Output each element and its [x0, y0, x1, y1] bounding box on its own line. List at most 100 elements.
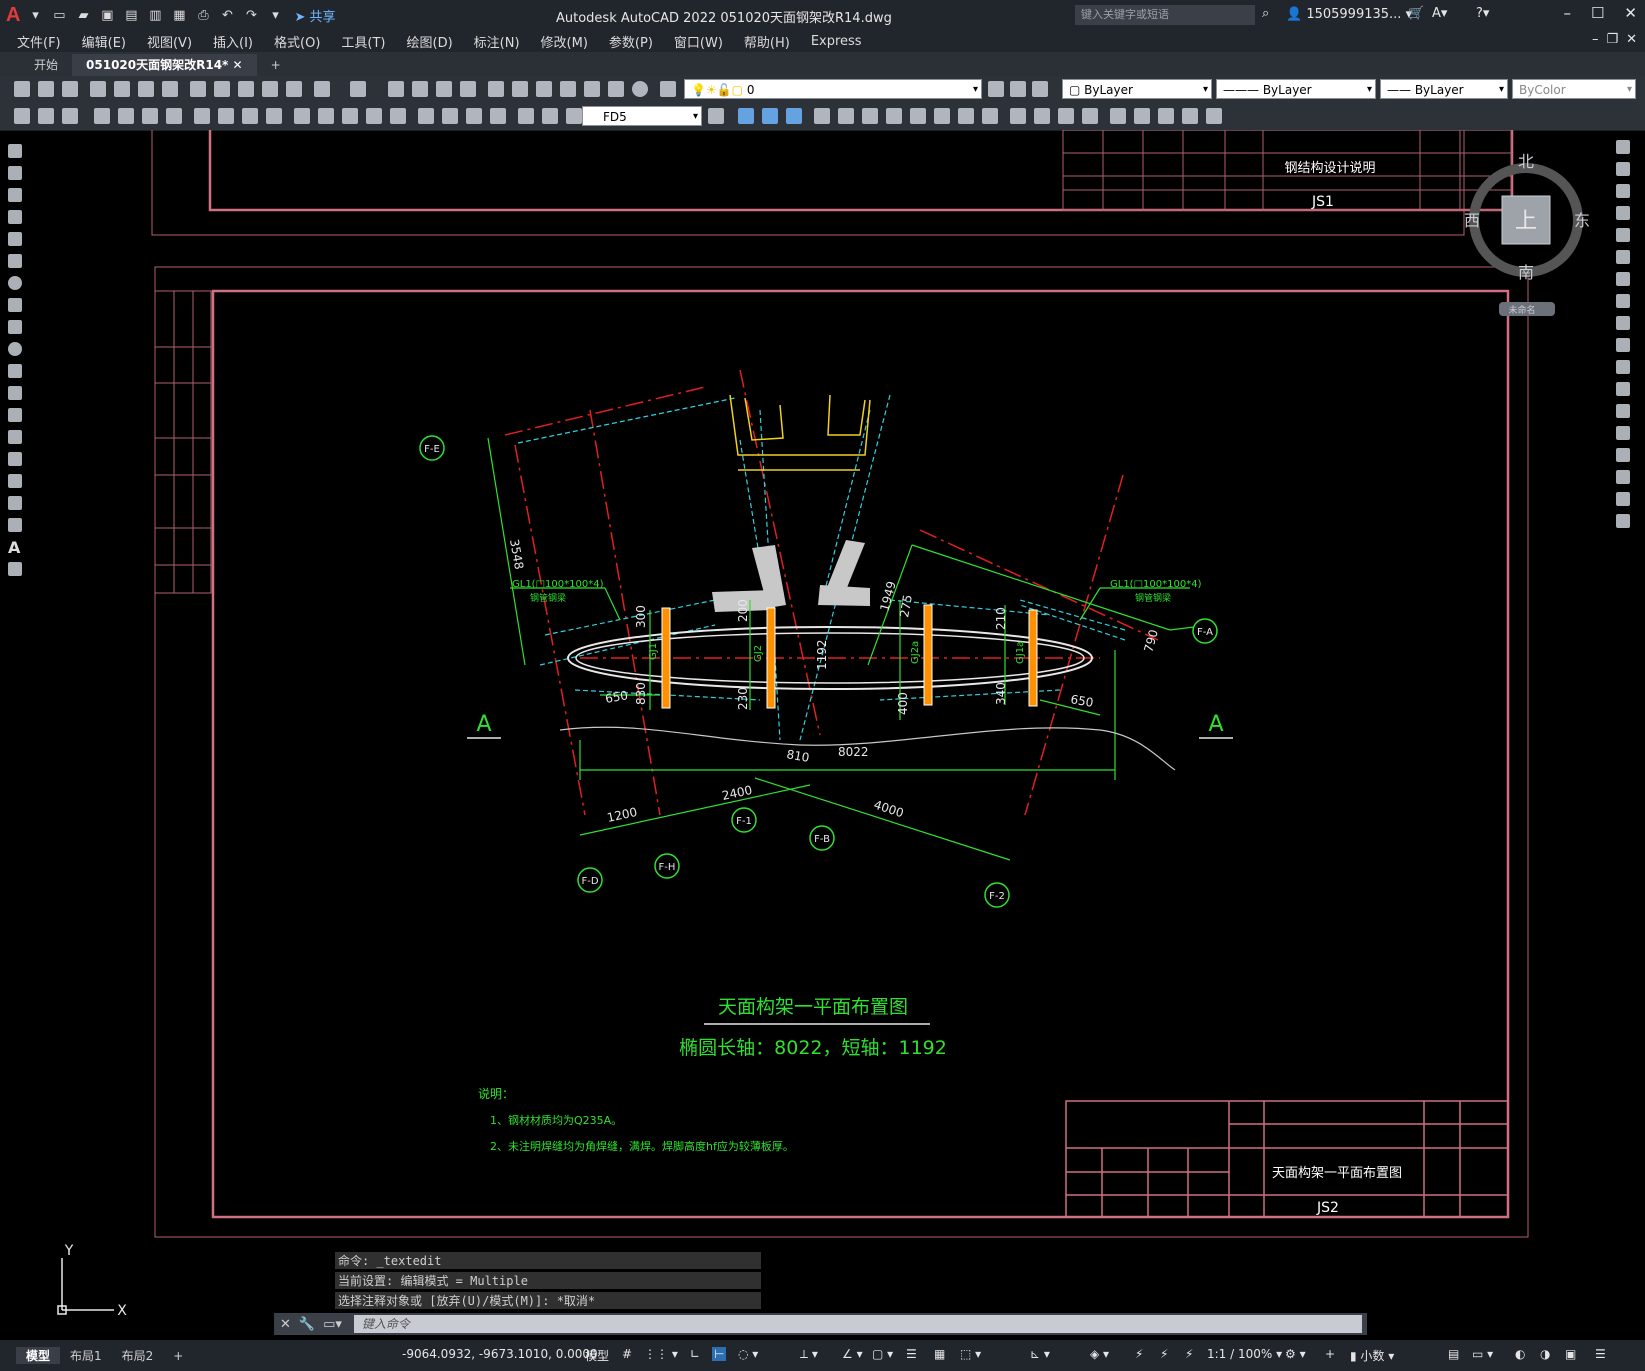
plot-icon[interactable]: ⎙: [194, 6, 212, 24]
workspace-gear-icon[interactable]: ⚙ ▾: [1285, 1347, 1306, 1361]
annotation-plus-icon[interactable]: +: [1325, 1347, 1335, 1361]
hatch-icon[interactable]: [8, 452, 22, 466]
erase-icon[interactable]: [1616, 140, 1630, 154]
tab-start[interactable]: 开始: [20, 54, 72, 76]
modify-tool-7-icon[interactable]: [886, 108, 902, 124]
modify-tool-16-icon[interactable]: [1110, 108, 1126, 124]
modify-tool-4-icon[interactable]: [814, 108, 830, 124]
help-tool-icon[interactable]: [632, 81, 648, 97]
radius-dim-icon[interactable]: [194, 108, 210, 124]
help-icon[interactable]: ?▾: [1476, 6, 1489, 21]
inspect-icon[interactable]: [466, 108, 482, 124]
save-as-icon[interactable]: ▤: [122, 6, 140, 24]
undo-tool-icon[interactable]: [314, 81, 330, 97]
modify-tool-6-icon[interactable]: [862, 108, 878, 124]
search-icon[interactable]: ⌕: [1262, 6, 1269, 21]
open-icon[interactable]: ▰: [74, 6, 92, 24]
menu-modify[interactable]: 修改(M): [541, 32, 588, 51]
mdi-restore-icon[interactable]: ❐: [1606, 32, 1618, 47]
ordinate-dim-icon[interactable]: [166, 108, 182, 124]
coordinate-readout[interactable]: -9064.0932, -9673.1010, 0.0000: [402, 1347, 598, 1361]
array-icon[interactable]: [1616, 228, 1630, 242]
search-input[interactable]: 键入关键字或短语: [1075, 5, 1255, 25]
modify-tool-5-icon[interactable]: [838, 108, 854, 124]
jogged-linear-icon[interactable]: [490, 108, 506, 124]
copy-object-icon[interactable]: [1616, 162, 1630, 176]
center-mark-icon[interactable]: [442, 108, 458, 124]
qnew-icon[interactable]: [14, 81, 30, 97]
tolerance-icon[interactable]: [418, 108, 434, 124]
modify-tool-20-icon[interactable]: [1206, 108, 1222, 124]
trim-icon[interactable]: [1616, 338, 1630, 352]
tool-palettes-icon[interactable]: [536, 81, 552, 97]
auto-scale-icon[interactable]: ⚡: [1185, 1347, 1193, 1361]
snap-icon[interactable]: ⋮⋮ ▾: [644, 1347, 678, 1361]
quick-dim-icon[interactable]: [14, 108, 30, 124]
3d-osnap-icon[interactable]: ⬚ ▾: [960, 1347, 981, 1361]
markup-icon[interactable]: [584, 81, 600, 97]
grid-icon[interactable]: #: [622, 1347, 632, 1361]
dynamic-ucs-icon[interactable]: ⊾ ▾: [1030, 1347, 1050, 1361]
break-at-point-icon[interactable]: [1616, 382, 1630, 396]
menu-file[interactable]: 文件(F): [17, 32, 61, 51]
dim-edit-icon[interactable]: [518, 108, 534, 124]
move-icon[interactable]: [1616, 250, 1630, 264]
extend-icon[interactable]: [1616, 360, 1630, 374]
minimize-icon[interactable]: –: [1563, 4, 1571, 22]
units-dropdown[interactable]: ▮ 小数 ▾: [1350, 1347, 1394, 1364]
export-icon[interactable]: ▦: [170, 6, 188, 24]
redo-icon[interactable]: ↷: [242, 6, 260, 24]
menu-format[interactable]: 格式(O): [274, 32, 320, 51]
menu-insert[interactable]: 插入(I): [213, 32, 253, 51]
annotation-monitor-icon[interactable]: ◈ ▾: [1090, 1347, 1109, 1361]
linetype-dropdown[interactable]: ——— ByLayer ▾: [1216, 79, 1376, 99]
modify-tool-19-icon[interactable]: [1182, 108, 1198, 124]
viewcube[interactable]: 上 北 南 西 东 未命名: [1462, 140, 1602, 320]
break-icon[interactable]: [390, 108, 406, 124]
viewcube-east[interactable]: 东: [1574, 211, 1590, 230]
3d-print-icon[interactable]: [162, 81, 178, 97]
sheet-set-icon[interactable]: [560, 81, 576, 97]
baseline-icon[interactable]: [318, 108, 334, 124]
chamfer-icon[interactable]: [1616, 448, 1630, 462]
zoom-previous-icon[interactable]: [460, 81, 476, 97]
pan-icon[interactable]: [388, 81, 404, 97]
rectangle-icon[interactable]: [8, 232, 22, 246]
isolate-objects-icon[interactable]: ◐: [1515, 1347, 1525, 1361]
customization-icon[interactable]: ☰: [1595, 1347, 1606, 1361]
insert-block-icon[interactable]: [8, 386, 22, 400]
color-dropdown[interactable]: ▢ ByLayer ▾: [1062, 79, 1212, 99]
modify-tool-1-icon[interactable]: [738, 108, 754, 124]
dim-style-icon[interactable]: [708, 108, 724, 124]
zoom-window-icon[interactable]: [436, 81, 452, 97]
diameter-icon[interactable]: [242, 108, 258, 124]
construction-line-icon[interactable]: [8, 166, 22, 180]
new-icon[interactable]: ▭: [50, 6, 68, 24]
customize-icon[interactable]: ▾: [266, 6, 284, 24]
dropdown-icon[interactable]: ▾: [26, 6, 44, 24]
polygon-icon[interactable]: [8, 210, 22, 224]
new-tab-button[interactable]: +: [257, 54, 295, 76]
add-selected-icon[interactable]: [8, 562, 22, 576]
redo-tool-icon[interactable]: [350, 81, 366, 97]
arc-icon[interactable]: [8, 254, 22, 268]
command-close-icon[interactable]: ✕: [280, 1317, 291, 1332]
offset-icon[interactable]: [1616, 206, 1630, 220]
lineweight-icon[interactable]: ∠ ▾: [842, 1347, 863, 1361]
multiline-text-icon[interactable]: A: [8, 538, 20, 557]
properties-icon[interactable]: [488, 81, 504, 97]
tab-close-icon[interactable]: ✕: [233, 58, 243, 72]
dimstyle-dropdown[interactable]: FD5 ▾: [582, 106, 702, 126]
menu-window[interactable]: 窗口(W): [674, 32, 723, 51]
object-snap-icon[interactable]: ▢ ▾: [872, 1347, 893, 1361]
region-icon[interactable]: [8, 496, 22, 510]
save-icon[interactable]: ▣: [98, 6, 116, 24]
dim-text-edit-icon[interactable]: [542, 108, 558, 124]
paste-icon[interactable]: [238, 81, 254, 97]
recent-commands-icon[interactable]: ▭▾: [323, 1317, 342, 1332]
mirror-icon[interactable]: [1616, 184, 1630, 198]
object-snap-tracking-icon[interactable]: ⟂ ▾: [800, 1347, 818, 1362]
viewcube-north[interactable]: 北: [1518, 152, 1534, 171]
layer-state-icon[interactable]: [1032, 81, 1048, 97]
space-icon[interactable]: [366, 108, 382, 124]
